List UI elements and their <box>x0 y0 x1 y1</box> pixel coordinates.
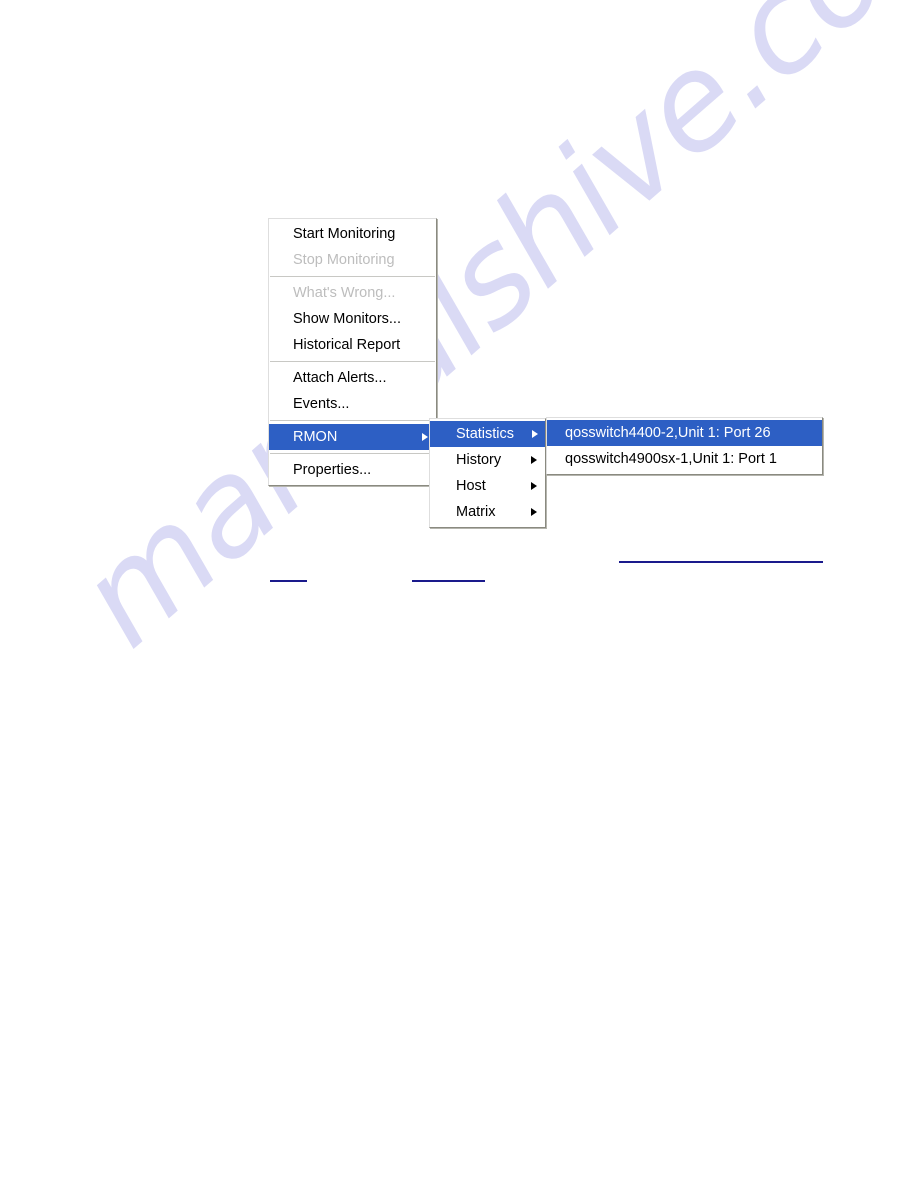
menu-item-label: Show Monitors... <box>293 311 401 327</box>
submenu-arrow-icon <box>531 456 537 464</box>
menu-item-label: Host <box>456 478 486 494</box>
submenu-arrow-icon <box>532 430 539 438</box>
menu-separator <box>270 453 435 454</box>
menu-item-label: History <box>456 452 502 468</box>
menu-item-matrix[interactable]: Matrix <box>430 499 545 525</box>
link-underline-3[interactable] <box>619 561 823 563</box>
menu-item-historical-report[interactable]: Historical Report <box>269 332 436 358</box>
menu-item-rmon[interactable]: RMON <box>269 424 436 450</box>
menu-separator <box>270 420 435 421</box>
menu-separator <box>270 361 435 362</box>
menu-item-events[interactable]: Events... <box>269 391 436 417</box>
menu-item-label: Matrix <box>456 504 496 520</box>
document-page: manualshive.com Start Monitoring Stop Mon… <box>0 0 918 1188</box>
monitoring-context-menu[interactable]: Start Monitoring Stop Monitoring What's Wr… <box>268 218 437 486</box>
menu-item-history[interactable]: History <box>430 447 545 473</box>
menu-item-label: RMON <box>293 429 338 445</box>
menu-item-show-monitors[interactable]: Show Monitors... <box>269 306 436 332</box>
menu-item-label: Stop Monitoring <box>293 252 395 268</box>
menu-item-label: Properties... <box>293 462 372 478</box>
menu-item-label: Start Monitoring <box>293 226 396 242</box>
menu-item-start-monitoring[interactable]: Start Monitoring <box>269 221 436 247</box>
submenu-arrow-icon <box>422 433 428 441</box>
menu-item-qosswitch4900sx-1-unit-1-port-1[interactable]: qosswitch4900sx-1,Unit 1: Port 1 <box>547 446 822 472</box>
menu-item-properties[interactable]: Properties... <box>269 457 436 483</box>
menu-item-label: qosswitch4900sx-1,Unit 1: Port 1 <box>565 451 777 467</box>
watermark-text: manualshive.com <box>50 0 918 677</box>
watermark-layer: manualshive.com <box>0 0 918 1188</box>
menu-item-label: What's Wrong... <box>293 285 396 301</box>
rmon-submenu[interactable]: Statistics History Host Matrix <box>429 418 546 528</box>
menu-item-label: Historical Report <box>293 337 401 353</box>
menu-item-qosswitch4400-2-unit-1-port-26[interactable]: qosswitch4400-2,Unit 1: Port 26 <box>547 420 822 446</box>
menu-item-stop-monitoring: Stop Monitoring <box>269 247 436 273</box>
menu-item-attach-alerts[interactable]: Attach Alerts... <box>269 365 436 391</box>
statistics-submenu[interactable]: qosswitch4400-2,Unit 1: Port 26 qosswitch… <box>546 417 823 475</box>
link-underline-1[interactable] <box>270 580 307 582</box>
menu-item-label: Statistics <box>456 426 515 442</box>
link-underline-2[interactable] <box>412 580 485 582</box>
menu-item-label: Attach Alerts... <box>293 370 387 386</box>
menu-item-what-s-wrong: What's Wrong... <box>269 280 436 306</box>
menu-item-statistics[interactable]: Statistics <box>430 421 545 447</box>
menu-item-label: Events... <box>293 396 350 412</box>
submenu-arrow-icon <box>531 508 537 516</box>
menu-item-label: qosswitch4400-2,Unit 1: Port 26 <box>565 425 771 441</box>
menu-item-host[interactable]: Host <box>430 473 545 499</box>
submenu-arrow-icon <box>531 482 537 490</box>
menu-separator <box>270 276 435 277</box>
